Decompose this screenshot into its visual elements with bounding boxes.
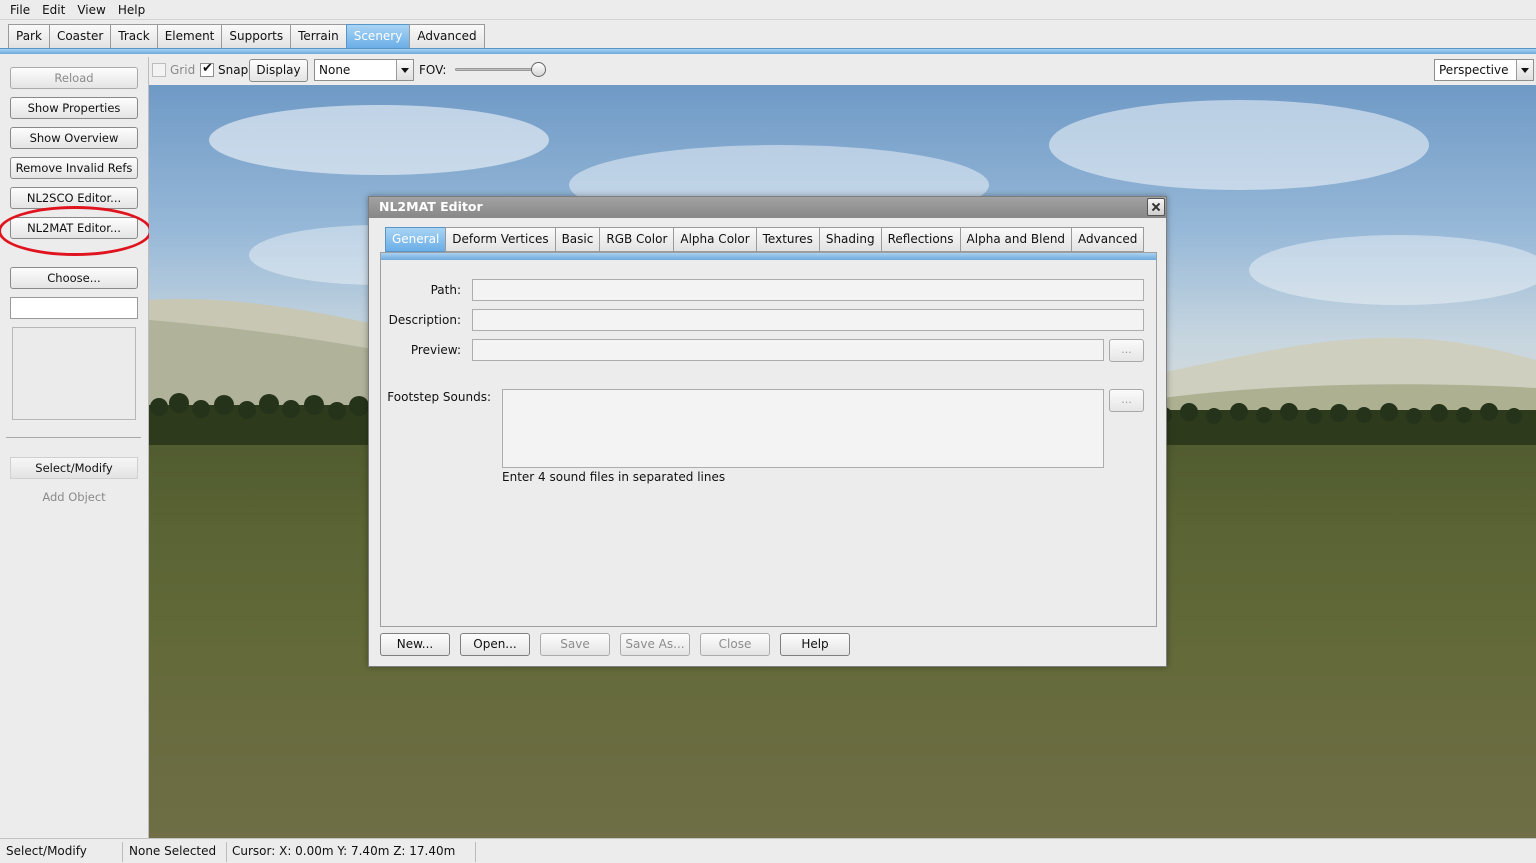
tab-park[interactable]: Park (8, 24, 49, 49)
nl2mat-editor-button[interactable]: NL2MAT Editor... (10, 217, 138, 239)
remove-invalid-refs-button[interactable]: Remove Invalid Refs (10, 157, 138, 179)
menu-edit[interactable]: Edit (36, 0, 71, 20)
tab-supports[interactable]: Supports (221, 24, 291, 49)
fov-slider-track[interactable] (455, 68, 541, 71)
menu-view[interactable]: View (71, 0, 111, 20)
fov-slider-thumb[interactable] (530, 62, 546, 77)
tab-reflections[interactable]: Reflections (880, 227, 960, 252)
menu-help[interactable]: Help (112, 0, 151, 20)
panel-divider (6, 437, 141, 438)
tab-rgb-color[interactable]: RGB Color (599, 227, 674, 252)
choose-object-button[interactable]: Choose... (10, 267, 138, 289)
general-tab-panel: Path: Description: Preview: ... Footstep… (380, 252, 1157, 627)
footstep-hint: Enter 4 sound files in separated lines (502, 470, 726, 484)
status-selection: None Selected (125, 842, 227, 862)
footstep-sounds-label: Footstep Sounds: (387, 390, 491, 404)
fov-label: FOV: (419, 63, 447, 77)
save-button[interactable]: Save (540, 633, 610, 656)
scenery-side-panel: Reload Show Properties Show Overview Rem… (0, 57, 152, 838)
show-overview-button[interactable]: Show Overview (10, 127, 138, 149)
select-modify-mode-button[interactable]: Select/Modify (10, 457, 138, 479)
tab-scenery[interactable]: Scenery (345, 24, 410, 49)
tab-alpha-color[interactable]: Alpha Color (673, 227, 756, 252)
dialog-tab-bar: General Deform Vertices Basic RGB Color … (385, 227, 1145, 252)
dialog-title: NL2MAT Editor (369, 197, 1166, 218)
tab-deform-vertices[interactable]: Deform Vertices (445, 227, 555, 252)
preview-label: Preview: (410, 343, 461, 357)
chevron-down-icon[interactable] (1516, 60, 1533, 80)
description-field[interactable] (472, 309, 1144, 331)
cloud (209, 105, 549, 175)
path-label: Path: (430, 283, 461, 297)
preview-browse-button[interactable]: ... (1109, 339, 1144, 362)
grid-checkbox[interactable] (152, 63, 166, 77)
save-as-button[interactable]: Save As... (620, 633, 690, 656)
tab-panel-stripe (381, 253, 1156, 260)
tab-terrain[interactable]: Terrain (290, 24, 346, 49)
preview-field[interactable] (472, 339, 1104, 361)
view-mode-value: Perspective (1439, 63, 1509, 77)
tab-advanced[interactable]: Advanced (409, 24, 485, 49)
snap-mode-select[interactable]: None (314, 59, 414, 81)
nl2mat-editor-dialog: NL2MAT Editor General Deform Vertices Ba… (368, 196, 1167, 667)
path-field[interactable] (472, 279, 1144, 301)
display-button[interactable]: Display (249, 59, 308, 82)
tab-track[interactable]: Track (110, 24, 157, 49)
tab-textures[interactable]: Textures (755, 227, 819, 252)
show-properties-button[interactable]: Show Properties (10, 97, 138, 119)
view-mode-select[interactable]: Perspective (1434, 59, 1534, 81)
status-cursor: Cursor: X: 0.00m Y: 7.40m Z: 17.40m (228, 842, 476, 862)
close-icon[interactable] (1147, 198, 1165, 216)
new-button[interactable]: New... (380, 633, 450, 656)
grid-label: Grid (170, 63, 196, 77)
tab-alpha-and-blend[interactable]: Alpha and Blend (959, 227, 1072, 252)
description-label: Description: (388, 313, 461, 327)
tab-basic[interactable]: Basic (554, 227, 600, 252)
tab-advanced[interactable]: Advanced (1071, 227, 1145, 252)
viewport-toolbar: Grid Snap Display None FOV: Perspective (149, 57, 1536, 85)
help-button[interactable]: Help (780, 633, 850, 656)
snap-checkbox[interactable] (200, 61, 214, 77)
snap-mode-value: None (319, 63, 351, 77)
tab-coaster[interactable]: Coaster (48, 24, 111, 49)
cloud (1049, 100, 1429, 190)
reload-button[interactable]: Reload (10, 67, 138, 89)
tab-element[interactable]: Element (156, 24, 222, 49)
menu-bar: File Edit View Help (0, 0, 1536, 20)
footstep-browse-button[interactable]: ... (1109, 389, 1144, 412)
status-bar: Select/Modify None Selected Cursor: X: 0… (0, 838, 1536, 863)
open-button[interactable]: Open... (460, 633, 530, 656)
snap-label: Snap (218, 63, 249, 77)
main-tab-bar: Park Coaster Track Element Supports Terr… (0, 20, 1536, 57)
tab-strip-underline (0, 48, 1536, 54)
menu-file[interactable]: File (4, 0, 36, 20)
tab-general[interactable]: General (385, 227, 446, 252)
object-name-input[interactable] (10, 297, 138, 319)
chevron-down-icon[interactable] (396, 60, 413, 80)
object-preview-box (12, 327, 136, 420)
status-mode: Select/Modify (2, 842, 123, 862)
footstep-sounds-textarea[interactable] (502, 389, 1104, 468)
tab-shading[interactable]: Shading (818, 227, 881, 252)
nl2sco-editor-button[interactable]: NL2SCO Editor... (10, 187, 138, 209)
add-object-mode-button[interactable]: Add Object (10, 487, 138, 507)
close-button[interactable]: Close (700, 633, 770, 656)
